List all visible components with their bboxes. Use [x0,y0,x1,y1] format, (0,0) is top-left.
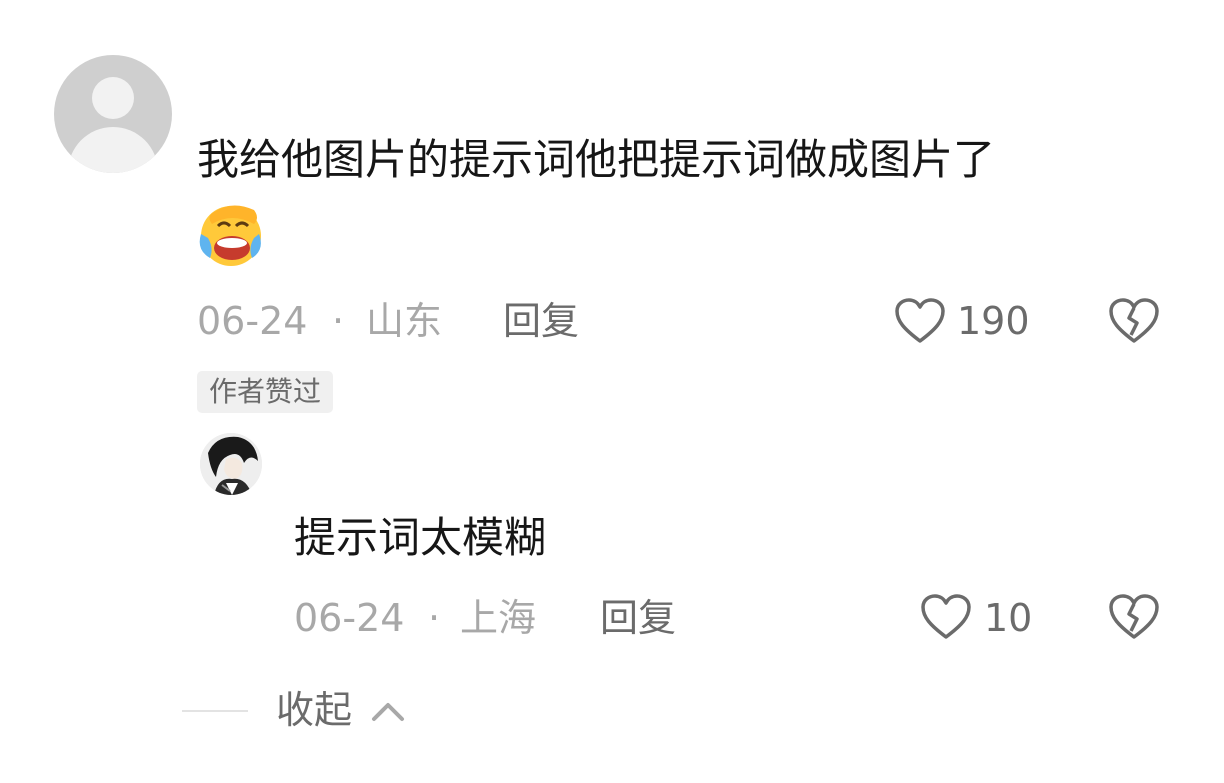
author-liked-badge: 作者赞过 [197,371,334,413]
reply-avatar-illustration [200,433,262,495]
collapse-replies-button[interactable]: 收起 [276,688,352,732]
comment-reply-button[interactable]: 回复 [503,299,579,343]
reply-text: 提示词太模糊 [294,513,547,562]
reply-reply-button[interactable]: 回复 [600,596,676,640]
avatar-placeholder-body [68,127,158,173]
comment-like-count: 190 [957,299,1030,343]
comment-location: 山东 [366,299,443,343]
reply-meta-separator: · [428,596,441,640]
reply-like-count: 10 [984,596,1033,640]
reply-avatar[interactable] [200,433,262,495]
reply-location: 上海 [460,596,537,640]
comment-meta-separator: · [332,299,345,343]
reply-dislike-broken-heart-icon[interactable] [1108,593,1160,641]
dislike-broken-heart-icon[interactable] [1108,297,1160,345]
collapse-divider [182,710,248,712]
commenter-avatar[interactable] [54,55,172,173]
avatar-placeholder-head [92,77,134,119]
laughing-crying-emoji-icon [199,205,261,266]
comment-text: 我给他图片的提示词他把提示词做成图片了 [197,135,996,184]
reply-like-heart-icon[interactable] [920,593,972,641]
reply-date: 06-24 [294,596,405,640]
chevron-up-icon[interactable] [370,697,406,725]
comment-date: 06-24 [197,299,308,343]
like-heart-icon[interactable] [894,297,946,345]
